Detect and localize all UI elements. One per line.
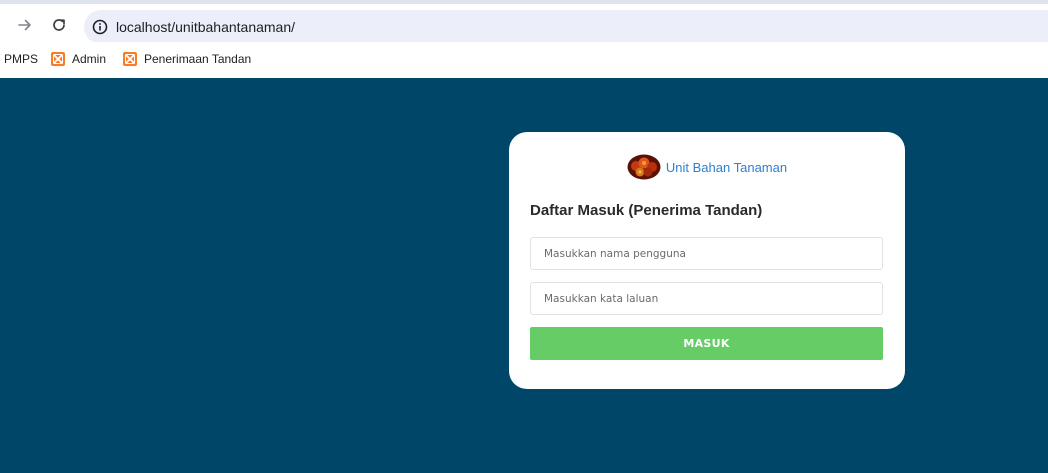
page-background: Unit Bahan Tanaman Daftar Masuk (Penerim… — [0, 78, 1048, 473]
arrow-right-icon — [18, 19, 31, 31]
bookmark-admin[interactable]: Admin — [51, 52, 106, 66]
page-title: Daftar Masuk (Penerima Tandan) — [530, 202, 763, 219]
password-input[interactable] — [530, 282, 883, 315]
forward-button[interactable] — [14, 14, 36, 36]
oil-palm-fruit-logo — [627, 154, 661, 180]
bookmark-penerimaan-tandan[interactable]: Penerimaan Tandan — [123, 52, 251, 66]
address-bar[interactable]: localhost/unitbahantanaman/ — [84, 10, 1048, 44]
bookmark-label: Penerimaan Tandan — [144, 52, 252, 66]
reload-button[interactable] — [48, 14, 70, 36]
username-input[interactable] — [530, 237, 883, 270]
brand-name[interactable]: Unit Bahan Tanaman — [666, 160, 787, 175]
xampp-icon — [51, 52, 65, 66]
reload-icon — [53, 19, 65, 31]
bookmark-label: PMPS — [4, 52, 39, 66]
login-card: Unit Bahan Tanaman Daftar Masuk (Penerim… — [509, 132, 905, 389]
brand: Unit Bahan Tanaman — [509, 154, 905, 180]
bookmark-label: Admin — [72, 52, 107, 66]
site-info-icon[interactable] — [92, 19, 108, 35]
url-text[interactable]: localhost/unitbahantanaman/ — [116, 19, 295, 35]
bookmark-pmps[interactable]: PMPS — [4, 52, 38, 66]
login-button[interactable]: MASUK — [530, 327, 883, 360]
xampp-icon — [123, 52, 137, 66]
bookmarks-bar: PMPS Admin Penerimaan Tandan — [0, 42, 1048, 78]
browser-toolbar: localhost/unitbahantanaman/ — [0, 4, 1048, 44]
